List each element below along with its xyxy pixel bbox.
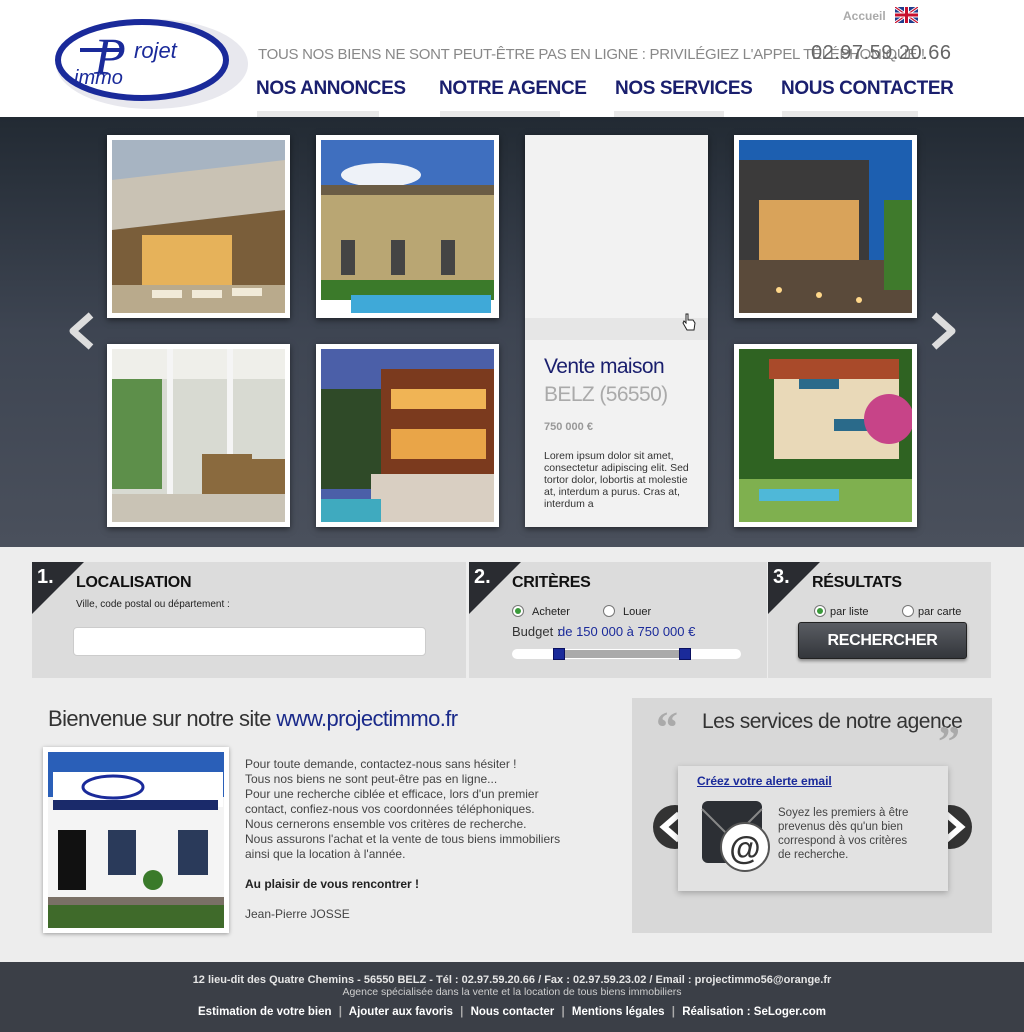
svg-text:immo: immo (74, 67, 123, 89)
site-logo[interactable]: P rojet immo (52, 12, 252, 112)
footer-address: 12 lieu-dit des Quatre Chemins - 56550 B… (192, 974, 832, 986)
search-button[interactable]: RECHERCHER (798, 622, 967, 659)
footer-link-favoris[interactable]: Ajouter aux favoris (349, 1006, 453, 1018)
featured-title: Vente maison (544, 355, 665, 378)
home-link[interactable]: Accueil (843, 9, 886, 23)
step-number: 1. (37, 566, 54, 588)
welcome-line: contact, confiez-nous vos coordonnées té… (245, 802, 535, 816)
welcome-title: Bienvenue sur notre site (48, 706, 271, 731)
welcome-closing: Au plaisir de vous rencontrer ! (245, 877, 420, 891)
nav-nous-contacter[interactable]: NOUS CONTACTER (781, 78, 954, 100)
svg-text:rojet: rojet (134, 38, 178, 63)
services-box: “ Les services de notre agence ” Créez v… (632, 698, 992, 933)
footer-link-realisation[interactable]: Réalisation : SeLoger.com (682, 1006, 826, 1018)
resultats-panel: 3. RÉSULTATS par liste par carte RECHERC… (768, 562, 991, 678)
welcome-line: Nous assurons l'achat et la vente de tou… (245, 832, 561, 846)
gallery-next-arrow-icon[interactable] (926, 312, 960, 350)
nav-notre-agence[interactable]: NOTRE AGENCE (439, 78, 587, 100)
footer-tagline: Agence spécialisée dans la vente et la l… (342, 986, 682, 998)
site-header: P rojet immo Accueil TOUS NOS BIENS NE S… (0, 0, 1024, 117)
featured-listing-card[interactable]: Vente maison BELZ (56550) 750 000 € Lore… (525, 135, 708, 527)
criteres-panel: 2. CRITÈRES Acheter Louer Budget : de 15… (469, 562, 767, 678)
step-number: 2. (474, 566, 491, 588)
property-photo[interactable] (107, 135, 290, 318)
budget-slider-range (559, 650, 685, 658)
hand-cursor-icon (682, 313, 696, 331)
welcome-line: Pour une recherche ciblée et efficace, l… (245, 787, 539, 801)
resultats-title: RÉSULTATS (812, 574, 902, 591)
localisation-title: LOCALISATION (76, 574, 192, 591)
footer-links: Estimation de votre bien | Ajouter aux f… (198, 1006, 826, 1018)
radio-louer[interactable]: Louer (603, 602, 651, 620)
footer-link-estimation[interactable]: Estimation de votre bien (198, 1006, 332, 1018)
services-title: Les services de notre agence (702, 710, 963, 733)
property-photo[interactable] (316, 344, 499, 527)
gallery-prev-arrow-icon[interactable] (65, 312, 99, 350)
email-alert-description: Soyez les premiers à être prevenus dès q… (778, 807, 909, 861)
criteres-title: CRITÈRES (512, 574, 591, 591)
budget-max-handle[interactable] (679, 648, 691, 660)
welcome-line: Tous nos biens ne sont peut-être pas en … (245, 772, 498, 786)
close-quote-icon: ” (938, 717, 960, 766)
svg-text:@: @ (729, 830, 760, 866)
radio-par-carte[interactable]: par carte (902, 602, 961, 620)
nav-nos-services[interactable]: NOS SERVICES (615, 78, 753, 100)
welcome-line: Pour toute demande, contactez-nous sans … (245, 757, 517, 771)
localisation-panel: 1. LOCALISATION Ville, code postal ou dé… (32, 562, 466, 678)
search-form: 1. LOCALISATION Ville, code postal ou dé… (32, 562, 991, 678)
property-photo[interactable] (107, 344, 290, 527)
property-photo[interactable] (734, 344, 917, 527)
welcome-signature: Jean-Pierre JOSSE (245, 907, 350, 921)
agency-photo (43, 747, 229, 933)
welcome-heading: Bienvenue sur notre site www.projectimmo… (48, 706, 458, 732)
budget-min-handle[interactable] (553, 648, 565, 660)
property-photo[interactable] (734, 135, 917, 318)
nav-nos-annonces[interactable]: NOS ANNONCES (256, 78, 406, 100)
footer-link-contact[interactable]: Nous contacter (471, 1006, 555, 1018)
uk-flag-icon[interactable] (894, 5, 919, 25)
budget-value: de 150 000 à 750 000 € (558, 624, 696, 639)
location-input[interactable] (73, 627, 426, 656)
localisation-hint: Ville, code postal ou département : (76, 599, 230, 610)
welcome-text: Pour toute demande, contactez-nous sans … (245, 757, 605, 922)
open-quote-icon: “ (656, 703, 678, 752)
footer-link-mentions[interactable]: Mentions légales (572, 1006, 665, 1018)
header-phone: 02.97.59.20.66 (811, 42, 952, 64)
featured-location: BELZ (56550) (544, 383, 668, 406)
email-alert-link[interactable]: Créez votre alerte email (697, 774, 832, 788)
budget-label: Budget : (512, 624, 561, 639)
email-alert-card[interactable]: Créez votre alerte email @ Soyez les pre… (678, 766, 948, 891)
welcome-line: Nous cernerons ensemble vos critères de … (245, 817, 527, 831)
radio-acheter[interactable]: Acheter (512, 602, 570, 620)
welcome-line: ainsi que la location à l'année. (245, 847, 406, 861)
featured-price: 750 000 € (544, 421, 593, 433)
site-link[interactable]: www.projectimmo.fr (276, 706, 458, 731)
step-number: 3. (773, 566, 790, 588)
email-at-icon: @ (700, 799, 775, 874)
site-footer: 12 lieu-dit des Quatre Chemins - 56550 B… (0, 962, 1024, 1032)
property-photo[interactable] (316, 135, 499, 318)
radio-par-liste[interactable]: par liste (814, 602, 869, 620)
featured-description: Lorem ipsum dolor sit amet, consectetur … (544, 450, 689, 510)
